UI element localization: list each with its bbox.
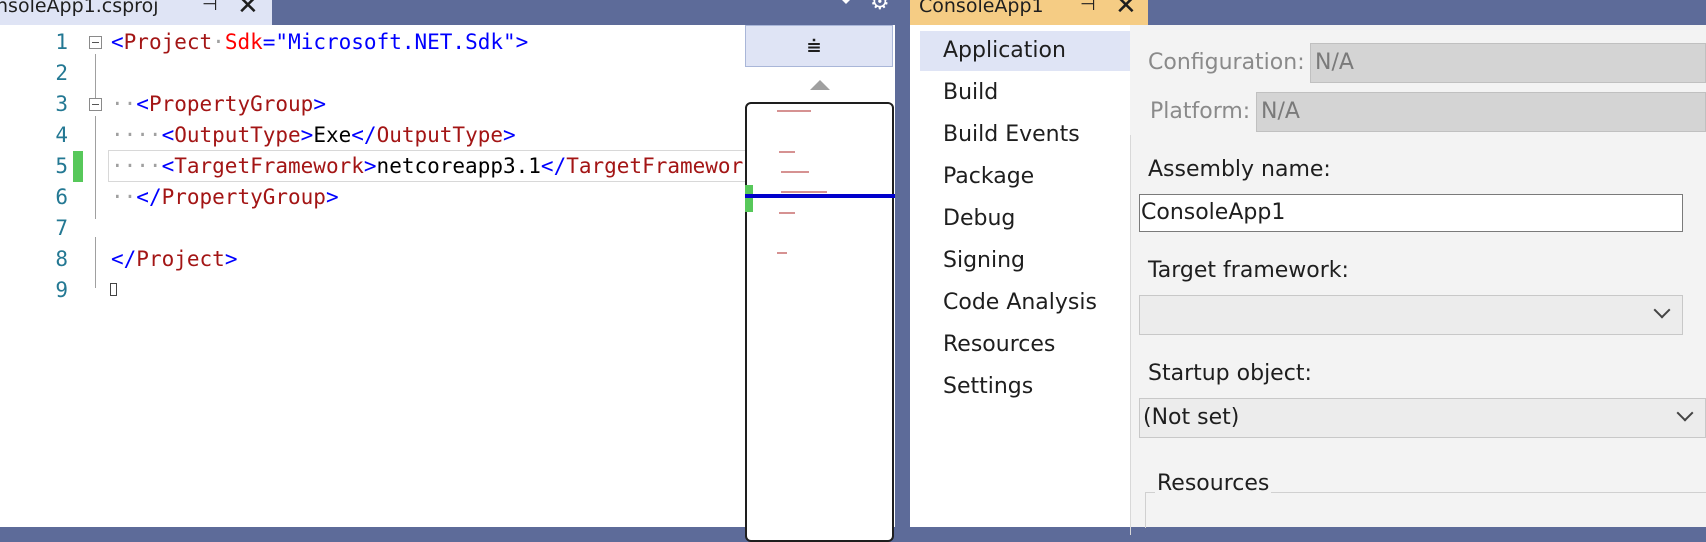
editor-document-tab[interactable]: nsoleApp1.csproj ⊣ ✕ [0,0,272,25]
scroll-up-arrow-icon[interactable] [810,80,830,90]
minimap-line [779,212,795,214]
code-line-current[interactable]: 5 ····<TargetFramework>netcoreapp3.1</Ta… [0,149,745,183]
minimap-line [777,252,787,254]
code-line[interactable]: 3 ··<PropertyGroup> [0,87,745,121]
nav-item-build[interactable]: Build [920,73,1132,113]
platform-label: Platform: [1150,99,1251,124]
nav-item-application[interactable]: Application [920,31,1132,71]
split-window-button[interactable]: ⩧ [745,25,893,67]
configuration-label: Configuration: [1148,50,1305,75]
pin-icon[interactable]: ⊣ [1080,0,1096,15]
editor-tab-title: nsoleApp1.csproj [0,0,159,17]
code-text: ··<PropertyGroup> [111,92,326,116]
collapse-icon[interactable] [89,36,102,49]
startup-object-value: (Not set) [1143,405,1240,430]
nav-item-settings[interactable]: Settings [920,367,1132,407]
line-number: 8 [55,247,68,271]
project-properties-pane: ConsoleApp1 ⊣ ✕ Application Build Build … [910,0,1706,535]
code-line[interactable]: 4 ····<OutputType>Exe</OutputType> [0,118,745,152]
nav-item-resources[interactable]: Resources [920,325,1132,365]
application-settings-panel: Configuration: N/A Platform: N/A Assembl… [1130,25,1706,535]
minimap-line [777,110,811,112]
panel-divider [1130,135,1131,535]
chevron-down-icon [1676,404,1694,422]
code-line[interactable]: 7 [0,211,745,245]
pin-icon[interactable]: ⊣ [202,0,218,15]
line-number: 1 [55,30,68,54]
properties-nav: Application Build Build Events Package D… [910,25,1132,527]
minimap-line [781,191,827,193]
nav-item-code-analysis[interactable]: Code Analysis [920,283,1132,323]
resources-groupbox [1145,492,1706,528]
code-line[interactable]: 1 <Project·Sdk="Microsoft.NET.Sdk"> [0,25,745,59]
nav-item-debug[interactable]: Debug [920,199,1132,239]
code-line[interactable]: 6 ··</PropertyGroup> [0,180,745,214]
map-scrollbar[interactable]: ⩧ [745,25,895,542]
properties-tab-bar: ConsoleApp1 ⊣ ✕ [910,0,1706,25]
code-line[interactable]: 8 </Project> [0,242,745,276]
gear-icon[interactable]: ⚙ [870,0,890,15]
code-text: </Project> [111,247,238,271]
startup-object-label: Startup object: [1148,361,1312,386]
code-text: ····<TargetFramework>netcoreapp3.1</Targ… [111,154,745,178]
change-indicator [745,185,753,212]
resources-group-label: Resources [1155,471,1272,496]
map-overview[interactable] [745,102,894,542]
minimap-line [781,171,809,173]
close-icon[interactable]: ✕ [237,0,259,21]
line-number: 2 [55,61,68,85]
nav-item-signing[interactable]: Signing [920,241,1132,281]
code-line[interactable]: 2 [0,56,745,90]
code-line[interactable]: 9 [0,273,745,307]
close-icon[interactable]: ✕ [1115,0,1137,21]
assembly-name-label: Assembly name: [1148,157,1331,182]
editor-tab-bar: nsoleApp1.csproj ⊣ ✕ ⚙ [0,0,895,25]
line-number: 5 [55,154,68,178]
nav-item-package[interactable]: Package [920,157,1132,197]
caret-position-marker [745,194,895,198]
startup-object-dropdown[interactable]: (Not set) [1139,398,1706,438]
split-icon: ⩧ [807,32,822,60]
target-framework-dropdown[interactable] [1139,295,1683,335]
target-framework-label: Target framework: [1148,258,1349,283]
line-number: 3 [55,92,68,116]
editor-pane: nsoleApp1.csproj ⊣ ✕ ⚙ 1 <Project·Sdk="M… [0,0,895,542]
tab-overflow-dropdown-icon[interactable] [838,0,854,4]
properties-document-tab[interactable]: ConsoleApp1 ⊣ ✕ [910,0,1148,25]
properties-tab-title: ConsoleApp1 [919,0,1044,17]
nav-item-build-events[interactable]: Build Events [920,115,1132,155]
collapse-icon[interactable] [89,98,102,111]
assembly-name-input[interactable]: ConsoleApp1 [1139,194,1683,232]
change-indicator [73,151,83,182]
configuration-field: N/A [1310,43,1706,83]
line-number: 6 [55,185,68,209]
end-of-file-marker [110,283,117,296]
code-text: ··</PropertyGroup> [111,185,339,209]
chevron-down-icon [1653,301,1671,319]
platform-field: N/A [1256,92,1706,132]
line-number: 7 [55,216,68,240]
line-number: 4 [55,123,68,147]
line-number: 9 [55,278,68,302]
code-editor[interactable]: 1 <Project·Sdk="Microsoft.NET.Sdk"> 2 3 … [0,25,745,527]
code-text: ····<OutputType>Exe</OutputType> [111,123,516,147]
code-text: <Project·Sdk="Microsoft.NET.Sdk"> [111,30,529,54]
minimap-line [779,151,795,153]
